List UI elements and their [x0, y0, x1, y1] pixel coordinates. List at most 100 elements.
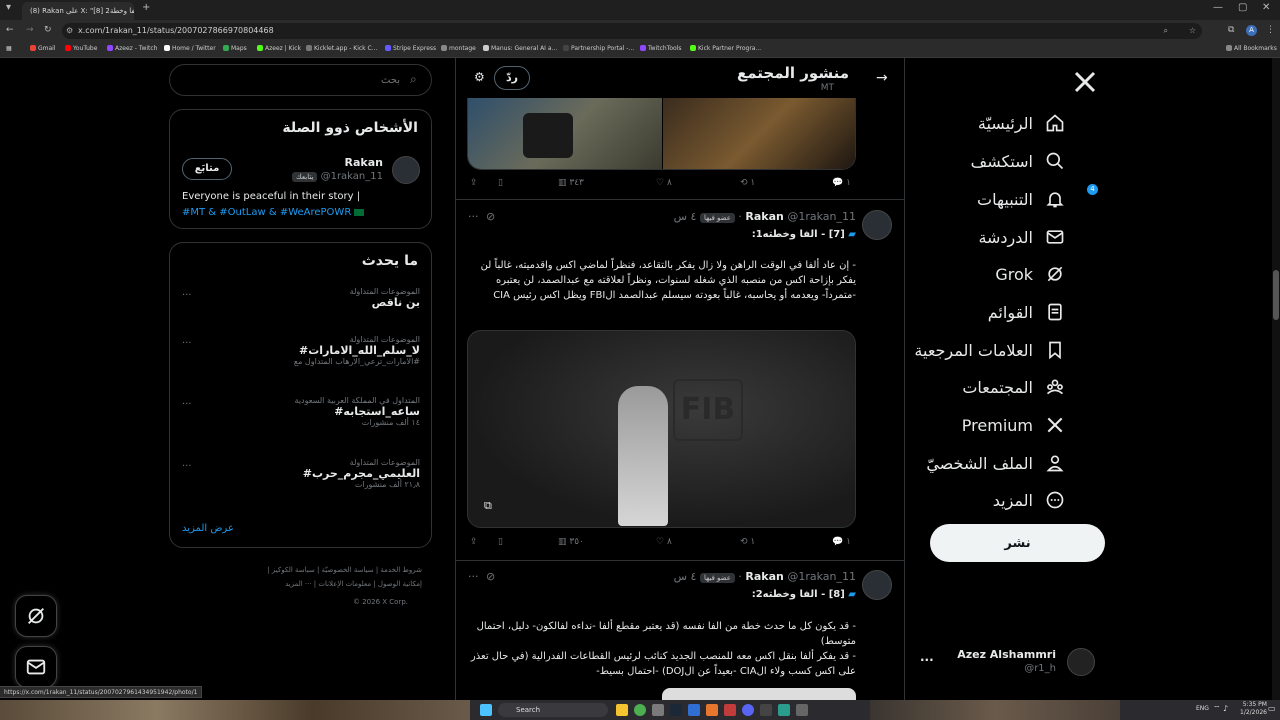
search-input[interactable]: [180, 71, 400, 89]
author-handle[interactable]: @1rakan_11: [787, 570, 856, 583]
bookmark-item[interactable]: Home / Twitter: [164, 45, 216, 52]
more-icon[interactable]: ...: [182, 396, 192, 407]
avatar[interactable]: [862, 570, 892, 600]
discord-icon[interactable]: [742, 704, 754, 716]
bookmark-item[interactable]: Kicklet.app - Kick C...: [306, 45, 377, 52]
bookmark-item[interactable]: Azeez | Kick: [257, 45, 301, 52]
app-icon[interactable]: [724, 704, 736, 716]
footer-link[interactable]: ··· المزيد: [285, 580, 312, 588]
clock[interactable]: 5:35 PM 1/2/2026: [1240, 701, 1267, 717]
scrollbar-thumb[interactable]: [1273, 270, 1279, 320]
grok-icon[interactable]: ⊘: [486, 210, 495, 223]
forward-icon[interactable]: →: [26, 25, 34, 35]
tweet-media[interactable]: FIB ⧉: [467, 330, 856, 528]
retweet-icon[interactable]: ⟲ ١: [740, 537, 755, 547]
bookmark-item[interactable]: Maps: [223, 45, 247, 52]
views-icon[interactable]: ▥ ٣٤٣: [558, 178, 584, 188]
bookmark-icon[interactable]: ▯: [498, 178, 503, 188]
profile-avatar-icon[interactable]: A: [1246, 25, 1257, 36]
nav-grok[interactable]: Grok: [995, 264, 1065, 284]
footer-link[interactable]: شروط الخدمة: [380, 566, 422, 574]
follow-button[interactable]: متابَع: [182, 158, 232, 180]
trend-item[interactable]: ... المتداول في المملكة العربية السعودية…: [182, 396, 420, 441]
windows-start-icon[interactable]: [480, 704, 492, 716]
footer-link[interactable]: إمكانية الوصول: [378, 580, 422, 588]
bookmark-item[interactable]: Manus: General AI a...: [483, 45, 557, 52]
all-bookmarks[interactable]: All Bookmarks: [1226, 45, 1277, 52]
nav-communities[interactable]: المجتمعات: [962, 377, 1065, 397]
maximize-icon[interactable]: ▢: [1238, 2, 1247, 13]
back-arrow-icon[interactable]: →: [876, 70, 888, 86]
like-icon[interactable]: ♡ ٨: [656, 537, 672, 547]
footer-link[interactable]: سياسة الخصوصيّة: [322, 566, 374, 574]
media-image[interactable]: [468, 98, 662, 169]
views-icon[interactable]: ▥ ٣٥٠: [558, 537, 584, 547]
grok-icon[interactable]: ⊘: [486, 570, 495, 583]
footer-link[interactable]: معلومات الإعلانات: [318, 580, 371, 588]
bookmark-icon[interactable]: ▯: [498, 537, 503, 547]
reply-button[interactable]: ردّ: [494, 66, 530, 90]
nav-explore[interactable]: استكشف: [971, 151, 1065, 171]
nav-more[interactable]: المزيد: [993, 490, 1065, 510]
tab-list-icon[interactable]: ▾: [6, 2, 11, 13]
nav-lists[interactable]: القوائم: [988, 302, 1065, 322]
more-icon[interactable]: ···: [468, 570, 479, 583]
time-ago[interactable]: ٤ س: [674, 570, 697, 583]
nav-premium[interactable]: Premium: [962, 415, 1065, 435]
reply-icon[interactable]: 💬 ١: [832, 178, 851, 188]
footer-link[interactable]: سياسة الكوكيز: [272, 566, 315, 574]
more-icon[interactable]: ...: [182, 458, 192, 469]
chrome-icon[interactable]: [634, 704, 646, 716]
bookmark-item[interactable]: TwitchTools: [640, 45, 681, 52]
bookmark-item[interactable]: YouTube: [65, 45, 97, 52]
post-button[interactable]: نشر: [930, 524, 1105, 562]
language-indicator[interactable]: ENG: [1196, 705, 1209, 712]
apps-icon[interactable]: ▦: [6, 45, 12, 52]
tweet-media[interactable]: [662, 688, 856, 700]
app-icon[interactable]: [652, 704, 664, 716]
trend-item[interactable]: ... الموضوعات المتداولة بن ناقص: [182, 287, 420, 317]
share-icon[interactable]: ⇪: [470, 178, 478, 188]
filter-icon[interactable]: ⚙: [474, 70, 485, 84]
bookmark-item[interactable]: Kick Partner Progra...: [690, 45, 761, 52]
bookmark-item[interactable]: Azeez - Twitch: [107, 45, 157, 52]
menu-dots-icon[interactable]: ⋮: [1266, 25, 1275, 35]
app-icon[interactable]: [760, 704, 772, 716]
bookmark-item[interactable]: Stripe Express: [385, 45, 436, 52]
tweet-media[interactable]: [467, 98, 856, 170]
bookmark-item[interactable]: Partnership Portal -...: [563, 45, 634, 52]
retweet-icon[interactable]: ⟲ ١: [740, 178, 755, 188]
back-icon[interactable]: ←: [6, 25, 14, 35]
bookmark-star-icon[interactable]: ☆: [1189, 23, 1196, 39]
search-box[interactable]: ⌕: [169, 64, 432, 96]
scrollbar-track[interactable]: [1272, 58, 1280, 700]
nav-notifications[interactable]: التنبيهات: [977, 189, 1065, 209]
media-image[interactable]: [663, 98, 855, 169]
avatar[interactable]: [862, 210, 892, 240]
author-handle[interactable]: @1rakan_11: [787, 210, 856, 223]
more-icon[interactable]: ···: [468, 210, 479, 223]
browser-tab-active[interactable]: (8) Rakan على X: "[8] الفا وخطة2 ✕: [22, 2, 134, 20]
x-logo-icon[interactable]: [1073, 70, 1097, 94]
nav-home[interactable]: الرئيسيّة: [978, 113, 1065, 133]
nav-messages[interactable]: الدردشة: [978, 227, 1065, 247]
volume-icon[interactable]: ♪: [1223, 704, 1228, 713]
reply-icon[interactable]: 💬 ١: [832, 537, 851, 547]
new-tab-icon[interactable]: +: [142, 2, 150, 13]
nav-bookmarks[interactable]: العلامات المرجعية: [914, 340, 1065, 360]
avatar[interactable]: [392, 156, 420, 184]
steam-icon[interactable]: [670, 704, 682, 716]
bookmark-item[interactable]: montage: [441, 45, 476, 52]
trend-item[interactable]: ... الموضوعات المتداولة #لا_سلم_الله_الا…: [182, 335, 420, 380]
file-explorer-icon[interactable]: [616, 704, 628, 716]
nav-profile[interactable]: الملف الشخصيّ: [926, 453, 1065, 473]
app-icon[interactable]: [796, 704, 808, 716]
network-icon[interactable]: ⌔: [1213, 704, 1221, 714]
person-name[interactable]: Rakan: [345, 156, 383, 169]
bio-hashtags[interactable]: #MT & #OutLaw & #WeArePOWR: [182, 207, 351, 218]
like-icon[interactable]: ♡ ٨: [656, 178, 672, 188]
author-name[interactable]: Rakan: [745, 570, 783, 583]
trend-related[interactable]: #الامارات_ترعي_الارهاب المتداول مع: [182, 357, 420, 366]
url-field[interactable]: ⚙ x.com/1rakan_11/status/200702786697080…: [62, 23, 1202, 39]
extensions-icon[interactable]: ⧉: [1228, 25, 1234, 35]
